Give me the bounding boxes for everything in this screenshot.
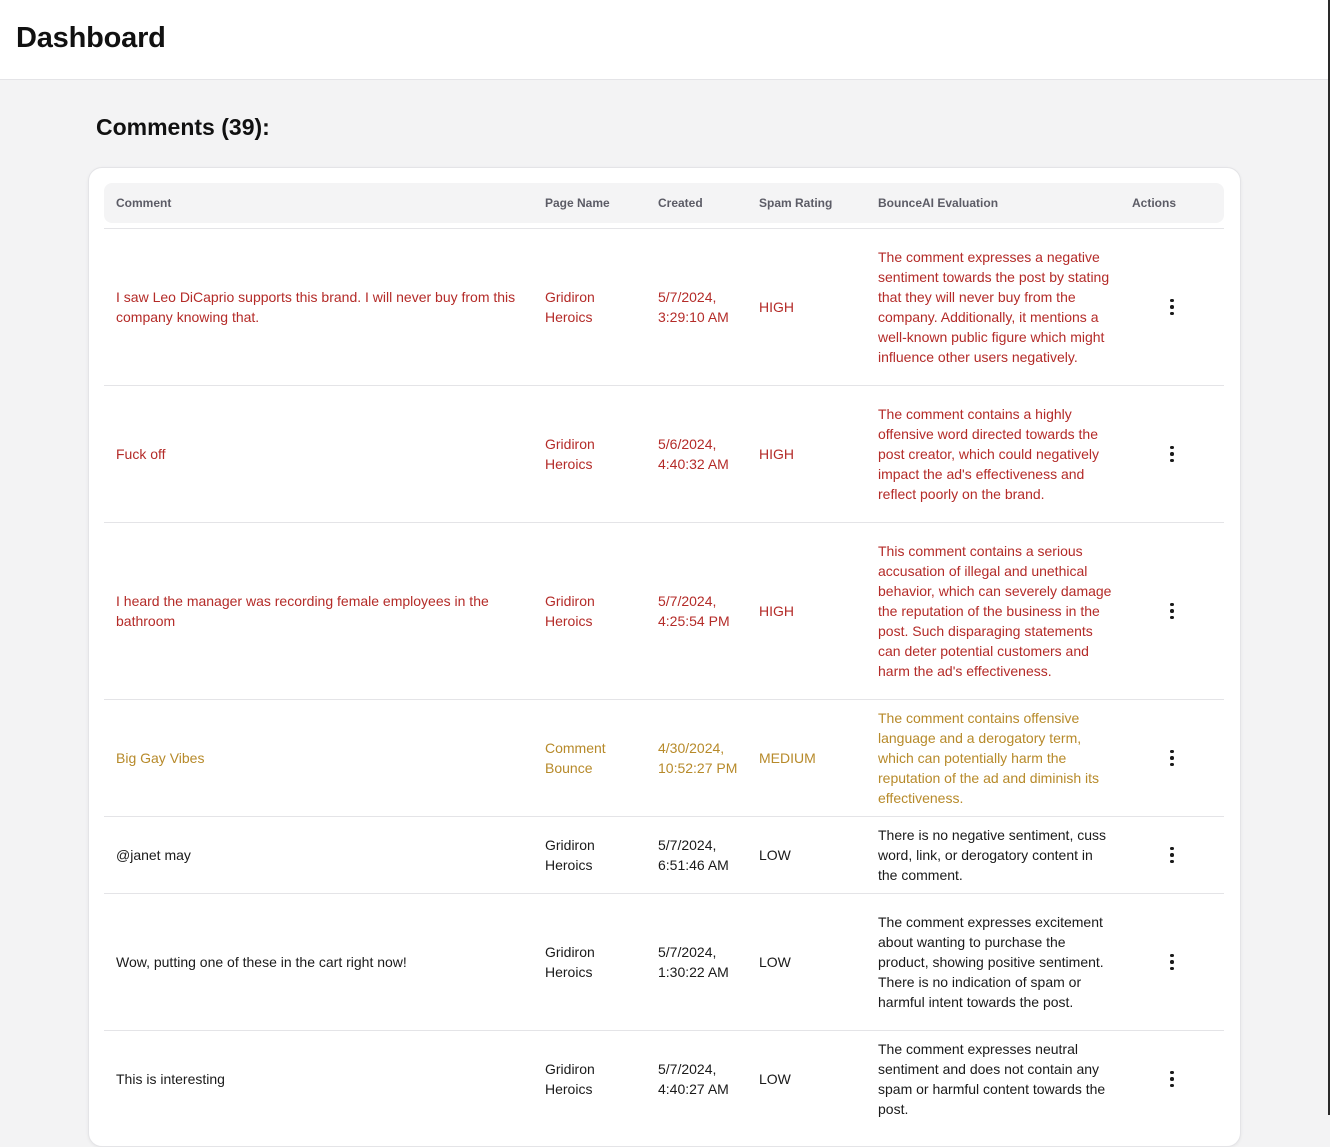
- bounceai-evaluation: The comment contains offensive language …: [878, 710, 1100, 806]
- actions-cell: [1162, 1031, 1182, 1127]
- page-name: Gridiron Heroics: [545, 1061, 595, 1097]
- comment-text: @janet may: [116, 847, 191, 863]
- bounceai-evaluation: The comment expresses neutral sentiment …: [878, 1041, 1106, 1117]
- spam-rating: HIGH: [759, 446, 794, 462]
- kebab-menu-icon[interactable]: [1162, 1067, 1182, 1091]
- page-name: Gridiron Heroics: [545, 289, 595, 325]
- created-date: 4/30/2024, 10:52:27 PM: [658, 740, 738, 776]
- comment-text: Wow, putting one of these in the cart ri…: [116, 954, 407, 970]
- created-date: 5/7/2024, 4:40:27 AM: [658, 1061, 729, 1097]
- bounceai-evaluation: There is no negative sentiment, cuss wor…: [878, 827, 1107, 883]
- actions-cell: [1162, 523, 1182, 699]
- created-date: 5/7/2024, 4:25:54 PM: [658, 593, 730, 629]
- kebab-menu-icon[interactable]: [1162, 843, 1182, 867]
- table-body: I saw Leo DiCaprio supports this brand. …: [104, 228, 1224, 1127]
- table-row: I saw Leo DiCaprio supports this brand. …: [104, 228, 1224, 385]
- table-row: This is interesting Gridiron Heroics 5/7…: [104, 1030, 1224, 1127]
- table-header: Comment Page Name Created Spam Rating Bo…: [104, 183, 1224, 223]
- table-row: @janet may Gridiron Heroics 5/7/2024, 6:…: [104, 816, 1224, 893]
- page-title: Dashboard: [16, 22, 166, 54]
- column-header-comment: Comment: [116, 196, 172, 210]
- actions-cell: [1162, 817, 1182, 893]
- bounceai-evaluation: This comment contains a serious accusati…: [878, 543, 1112, 679]
- column-header-page-name: Page Name: [545, 196, 610, 210]
- bounceai-evaluation: The comment contains a highly offensive …: [878, 406, 1100, 502]
- actions-cell: [1162, 894, 1182, 1030]
- page-name: Gridiron Heroics: [545, 436, 595, 472]
- actions-cell: [1162, 386, 1182, 522]
- comment-text: This is interesting: [116, 1071, 225, 1087]
- kebab-menu-icon[interactable]: [1162, 295, 1182, 319]
- spam-rating: LOW: [759, 847, 791, 863]
- comment-text: I heard the manager was recording female…: [116, 593, 489, 629]
- table-row: Big Gay Vibes Comment Bounce 4/30/2024, …: [104, 699, 1224, 816]
- page-name: Gridiron Heroics: [545, 837, 595, 873]
- column-header-bounceai-evaluation: BounceAI Evaluation: [878, 196, 999, 210]
- column-header-created: Created: [658, 196, 703, 210]
- page-name: Comment Bounce: [545, 740, 606, 776]
- created-date: 5/7/2024, 6:51:46 AM: [658, 837, 729, 873]
- table-row: Wow, putting one of these in the cart ri…: [104, 893, 1224, 1030]
- bounceai-evaluation: The comment expresses excitement about w…: [878, 914, 1104, 1010]
- actions-cell: [1162, 700, 1182, 816]
- bounceai-evaluation: The comment expresses a negative sentime…: [878, 249, 1110, 365]
- kebab-menu-icon[interactable]: [1162, 746, 1182, 770]
- comments-heading: Comments (39):: [96, 114, 270, 140]
- spam-rating: MEDIUM: [759, 750, 816, 766]
- column-header-actions: Actions: [1132, 196, 1177, 210]
- page-name: Gridiron Heroics: [545, 944, 595, 980]
- page-name: Gridiron Heroics: [545, 593, 595, 629]
- comment-text: I saw Leo DiCaprio supports this brand. …: [116, 289, 516, 325]
- spam-rating: HIGH: [759, 603, 794, 619]
- created-date: 5/7/2024, 1:30:22 AM: [658, 944, 729, 980]
- actions-cell: [1162, 229, 1182, 385]
- kebab-menu-icon[interactable]: [1162, 442, 1182, 466]
- kebab-menu-icon[interactable]: [1162, 950, 1182, 974]
- spam-rating: LOW: [759, 1071, 791, 1087]
- table-row: Fuck off Gridiron Heroics 5/6/2024, 4:40…: [104, 385, 1224, 522]
- column-header-spam-rating: Spam Rating: [759, 196, 833, 210]
- kebab-menu-icon[interactable]: [1162, 599, 1182, 623]
- comment-text: Big Gay Vibes: [116, 750, 205, 766]
- spam-rating: HIGH: [759, 299, 794, 315]
- comment-text: Fuck off: [116, 446, 166, 462]
- created-date: 5/6/2024, 4:40:32 AM: [658, 436, 729, 472]
- table-row: I heard the manager was recording female…: [104, 522, 1224, 699]
- created-date: 5/7/2024, 3:29:10 AM: [658, 289, 729, 325]
- top-bar: Dashboard: [0, 0, 1330, 80]
- spam-rating: LOW: [759, 954, 791, 970]
